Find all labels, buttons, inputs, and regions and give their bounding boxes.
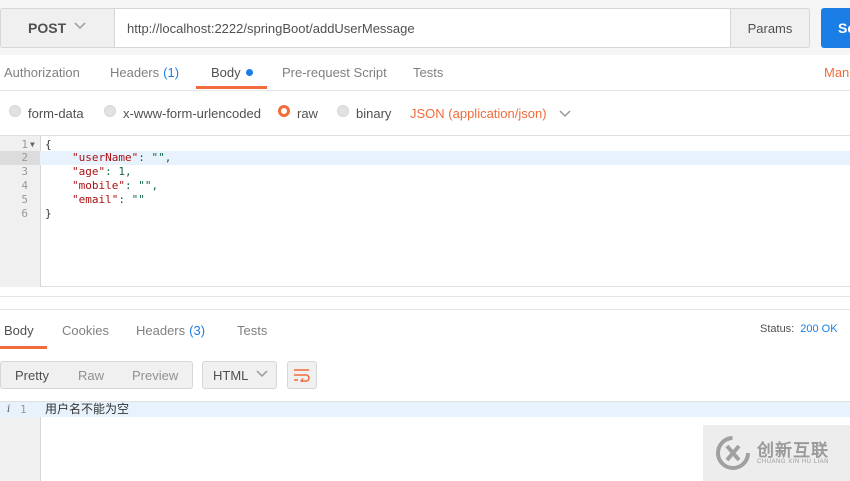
response-tab-body[interactable]: Body [4,310,34,350]
content-type-label: JSON (application/json) [410,106,547,121]
line-number: 5 [21,193,28,206]
tab-label: Authorization [4,65,80,80]
tab-authorization[interactable]: Authorization [4,55,80,90]
tab-label: Body [211,65,241,80]
manage-link[interactable]: Man [824,55,849,90]
code-line: 1 ▼ { [0,138,850,152]
radio-label: raw [297,106,318,121]
radio-raw[interactable]: raw [278,91,318,136]
tab-label: Body [4,322,34,338]
code-line-active: 2 "userName": "", [0,151,850,165]
chevron-down-icon [559,109,571,117]
request-tabs: Authorization Headers (1) Body Pre-reque… [0,55,850,90]
json-value: : "", [138,151,172,164]
response-line: i 1 用户名不能为空 [0,402,850,417]
radio-selected-icon [278,104,290,117]
view-preview[interactable]: Preview [132,362,178,388]
info-icon: i [7,404,11,415]
line-number: 2 [0,151,40,165]
radio-form-data[interactable]: form-data [9,91,84,136]
response-tab-cookies[interactable]: Cookies [62,310,109,350]
url-text: http://localhost:2222/springBoot/addUser… [127,20,415,36]
view-mode-group: Pretty Raw Preview [0,361,193,389]
watermark: 创新互联 CHUANG XIN HU LIAN [703,425,850,481]
format-select[interactable]: HTML [202,361,277,389]
radio-label: binary [356,106,392,121]
code-line: 6 } [0,207,850,221]
radio-label: form-data [28,106,84,121]
headers-count: (1) [163,65,180,80]
body-type-row: form-data x-www-form-urlencoded raw bina… [0,90,850,135]
section-divider [0,296,850,297]
watermark-logo-icon [716,436,750,470]
json-key: "userName" [72,151,139,164]
params-label: Params [747,20,793,36]
tab-headers[interactable]: Headers (1) [110,55,179,90]
watermark-cn: 创新互联 [757,441,829,460]
wrap-lines-button[interactable] [287,361,317,389]
manage-label: Man [824,65,850,80]
fold-arrow-icon[interactable]: ▼ [30,138,35,152]
response-text: 用户名不能为空 [45,402,130,416]
tab-label: Pre-request Script [282,65,387,80]
view-raw[interactable]: Raw [78,362,104,388]
json-key: "mobile" [72,179,125,192]
response-tabs: Body Cookies Headers (3) Tests [0,309,850,349]
line-number: 1 [20,403,27,416]
code-line: 4 "mobile": "", [0,179,850,193]
watermark-en: CHUANG XIN HU LIAN [757,459,830,465]
url-input[interactable]: http://localhost:2222/springBoot/addUser… [114,8,731,48]
method-select[interactable]: POST [0,8,114,48]
response-tab-tests[interactable]: Tests [237,310,267,350]
headers-count: (3) [189,322,206,338]
status-value[interactable]: 200 OK [800,323,837,335]
tab-label: Headers [110,65,160,80]
json-value: : 1, [105,165,132,178]
tab-body[interactable]: Body [211,55,253,90]
radio-circle-icon [104,104,116,117]
status-label: Status: [760,323,795,335]
radio-urlencoded[interactable]: x-www-form-urlencoded [104,91,261,136]
content-type-select[interactable]: JSON (application/json) [410,91,571,136]
json-key: "age" [72,165,106,178]
tab-pre-request-script[interactable]: Pre-request Script [282,55,387,90]
send-label: Se [838,20,850,36]
chevron-down-icon [74,22,86,30]
json-value: : "", [124,179,159,192]
line-number: 3 [21,165,28,178]
modified-dot-icon [245,69,253,76]
code-line: 3 "age": 1, [0,165,850,179]
line-number: 1 [21,138,28,151]
params-button[interactable]: Params [730,8,810,48]
json-value: : "" [118,193,145,206]
radio-binary[interactable]: binary [337,91,391,136]
chevron-down-icon [256,370,268,378]
code-text: { [45,138,52,151]
line-number: 4 [21,179,28,192]
radio-circle-icon [9,104,21,117]
format-label: HTML [213,367,249,383]
method-label: POST [28,20,67,36]
wrap-lines-icon [294,369,310,382]
active-tab-underline [196,86,267,89]
tab-label: Headers [136,322,186,338]
response-view-toolbar: Pretty Raw Preview HTML [0,349,850,401]
radio-label: x-www-form-urlencoded [123,106,261,121]
status-indicator: Status: 200 OK [760,309,838,349]
code-line: 5 "email": "" [0,193,850,207]
send-button[interactable]: Se [821,8,850,48]
tab-label: Tests [237,322,268,338]
tab-label: Cookies [62,322,109,338]
line-number: 6 [21,207,28,220]
tab-tests[interactable]: Tests [413,55,443,90]
code-text: } [45,207,52,220]
tab-label: Tests [413,65,444,80]
request-bar: POST http://localhost:2222/springBoot/ad… [0,0,850,55]
radio-circle-icon [337,104,349,117]
response-tab-headers[interactable]: Headers (3) [136,310,205,350]
view-pretty[interactable]: Pretty [15,362,49,388]
request-body-editor[interactable]: 1 ▼ { 2 "userName": "", 3 "age": 1, 4 "m… [0,135,850,287]
json-key: "email" [72,193,119,206]
